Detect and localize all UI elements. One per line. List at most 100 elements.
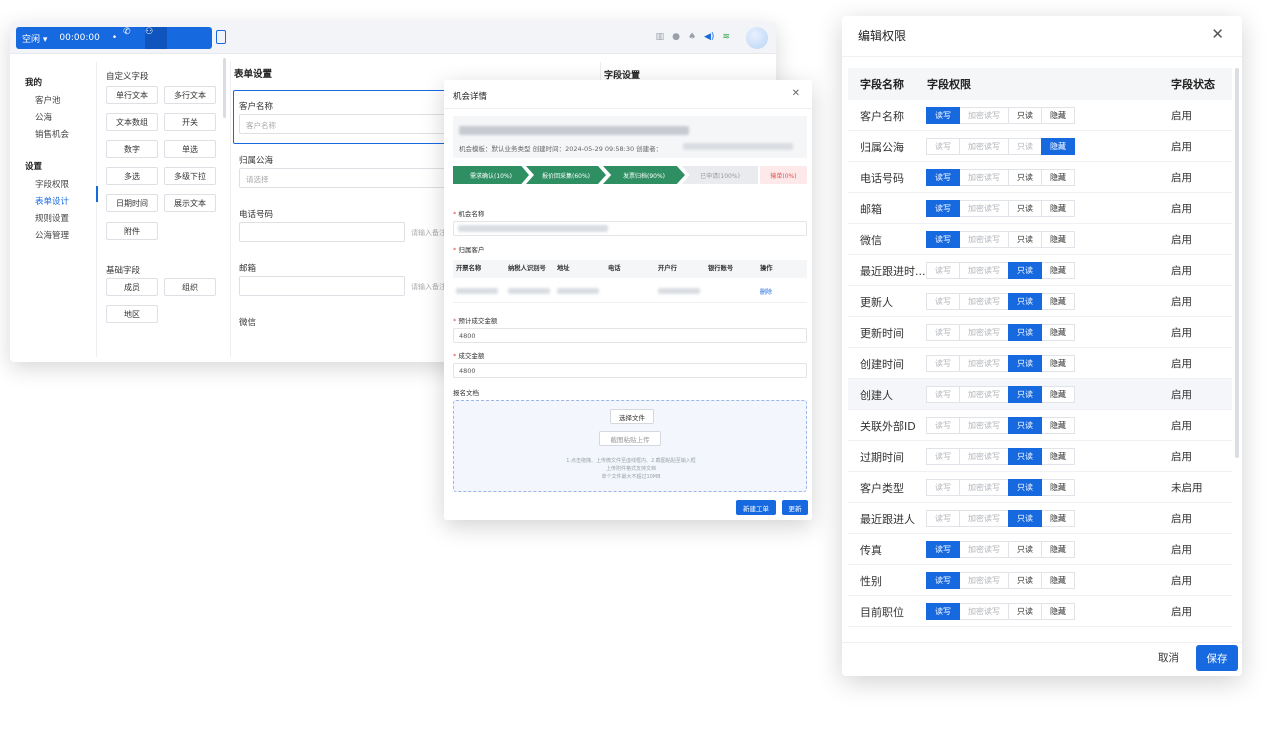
field-chip[interactable]: 地区 [106,305,158,323]
permission-option[interactable]: 只读 [1008,231,1042,248]
deal-amount-input[interactable]: 4800 [453,363,807,378]
sidebar-item-public-sea[interactable]: 公海 [35,111,96,123]
permission-option[interactable]: 只读 [1008,324,1042,341]
sidebar-item-opportunities[interactable]: 销售机会 [35,128,96,140]
field-chip[interactable]: 成员 [106,278,158,296]
permission-option[interactable]: 加密读写 [959,231,1009,248]
permission-option[interactable]: 加密读写 [959,541,1009,558]
field-chip[interactable]: 单行文本 [106,86,158,104]
field-chip[interactable]: 多级下拉 [164,167,216,185]
permission-option[interactable]: 读写 [926,572,960,589]
sidebar-item-form-design[interactable]: 表单设计 [35,195,96,207]
field-chip[interactable]: 文本数组 [106,113,158,131]
permission-option[interactable]: 只读 [1008,572,1042,589]
permission-option[interactable]: 只读 [1008,603,1042,620]
permission-option[interactable]: 读写 [926,448,960,465]
permission-option[interactable]: 读写 [926,138,960,155]
permission-option[interactable]: 只读 [1008,448,1042,465]
permission-option[interactable]: 只读 [1008,169,1042,186]
permission-option[interactable]: 加密读写 [959,169,1009,186]
scrollbar[interactable] [1235,68,1239,458]
sidebar-item-public-sea-admin[interactable]: 公海管理 [35,229,96,241]
permission-option[interactable]: 隐藏 [1041,262,1075,279]
stage-step[interactable]: 发票归档(90%) [603,166,685,184]
permission-option[interactable]: 读写 [926,510,960,527]
permission-option[interactable]: 读写 [926,603,960,620]
permission-option[interactable]: 加密读写 [959,510,1009,527]
permission-option[interactable]: 隐藏 [1041,293,1075,310]
permission-option[interactable]: 加密读写 [959,324,1009,341]
agent-status-dropdown[interactable]: 空闲 ▾ [16,32,53,45]
permission-option[interactable]: 加密读写 [959,107,1009,124]
permission-option[interactable]: 隐藏 [1041,169,1075,186]
permission-option[interactable]: 只读 [1008,510,1042,527]
permission-option[interactable]: 加密读写 [959,479,1009,496]
permission-option[interactable]: 只读 [1008,200,1042,217]
permission-option[interactable]: 读写 [926,355,960,372]
permission-option[interactable]: 加密读写 [959,293,1009,310]
permission-option[interactable]: 隐藏 [1041,510,1075,527]
row-delete-link[interactable]: 删除 [760,287,772,296]
permission-option[interactable]: 读写 [926,417,960,434]
permission-option[interactable]: 加密读写 [959,603,1009,620]
field-chip[interactable]: 日期时间 [106,194,158,212]
permission-option[interactable]: 只读 [1008,479,1042,496]
agent-icon[interactable]: ⚇ [145,27,168,49]
permission-option[interactable]: 加密读写 [959,138,1009,155]
clipboard-icon[interactable] [216,30,226,44]
phone-icon[interactable]: ✆ [123,27,145,49]
permission-option[interactable]: 加密读写 [959,448,1009,465]
permission-option[interactable]: 隐藏 [1041,572,1075,589]
upload-dropzone[interactable]: 选择文件 截图粘贴上传 1.点击拖拽、上传微文件至虚线框内、2.截图粘贴至输入框… [453,400,807,492]
avatar[interactable] [746,27,768,49]
new-ticket-button[interactable]: 新建工单 [736,500,776,515]
location-icon[interactable]: ● [672,32,680,42]
update-button[interactable]: 更新 [782,500,808,515]
permission-option[interactable]: 只读 [1008,138,1042,155]
permission-option[interactable]: 加密读写 [959,262,1009,279]
sidebar-item-rules[interactable]: 规则设置 [35,212,96,224]
permission-option[interactable]: 读写 [926,231,960,248]
permission-option[interactable]: 隐藏 [1041,541,1075,558]
chart-icon[interactable]: ▥ [656,32,665,42]
permission-option[interactable]: 隐藏 [1041,355,1075,372]
permission-option[interactable]: 读写 [926,200,960,217]
permission-option[interactable]: 加密读写 [959,386,1009,403]
field-chip[interactable]: 展示文本 [164,194,216,212]
permission-option[interactable]: 读写 [926,324,960,341]
permission-option[interactable]: 隐藏 [1041,448,1075,465]
permission-option[interactable]: 加密读写 [959,572,1009,589]
permission-option[interactable]: 加密读写 [959,417,1009,434]
permission-option[interactable]: 隐藏 [1041,386,1075,403]
close-icon[interactable]: ✕ [792,88,800,99]
permission-option[interactable]: 隐藏 [1041,603,1075,620]
permission-option[interactable]: 隐藏 [1041,138,1075,155]
permission-option[interactable]: 读写 [926,262,960,279]
permission-option[interactable]: 只读 [1008,386,1042,403]
wifi-icon[interactable]: ≋ [722,32,730,42]
permission-option[interactable]: 读写 [926,479,960,496]
permission-option[interactable]: 读写 [926,107,960,124]
cancel-button[interactable]: 取消 [1158,650,1179,665]
save-button[interactable]: 保存 [1196,645,1238,671]
bell-icon[interactable]: ♠ [688,32,696,42]
email-input[interactable] [239,276,405,296]
field-chip[interactable]: 开关 [164,113,216,131]
field-chip[interactable]: 数字 [106,140,158,158]
palette-scrollbar[interactable] [223,58,226,118]
permission-option[interactable]: 隐藏 [1041,479,1075,496]
permission-option[interactable]: 加密读写 [959,200,1009,217]
field-chip[interactable]: 单选 [164,140,216,158]
phone-input[interactable] [239,222,405,242]
permission-option[interactable]: 隐藏 [1041,417,1075,434]
permission-option[interactable]: 隐藏 [1041,200,1075,217]
permission-option[interactable]: 只读 [1008,262,1042,279]
permission-option[interactable]: 只读 [1008,355,1042,372]
stage-step[interactable]: 报价回采集(60%) [526,166,606,184]
close-icon[interactable]: ✕ [1211,25,1224,43]
field-chip[interactable]: 多行文本 [164,86,216,104]
permission-option[interactable]: 只读 [1008,541,1042,558]
permission-option[interactable]: 隐藏 [1041,231,1075,248]
stage-step[interactable]: 已申请(100%) [682,166,758,184]
permission-option[interactable]: 只读 [1008,293,1042,310]
